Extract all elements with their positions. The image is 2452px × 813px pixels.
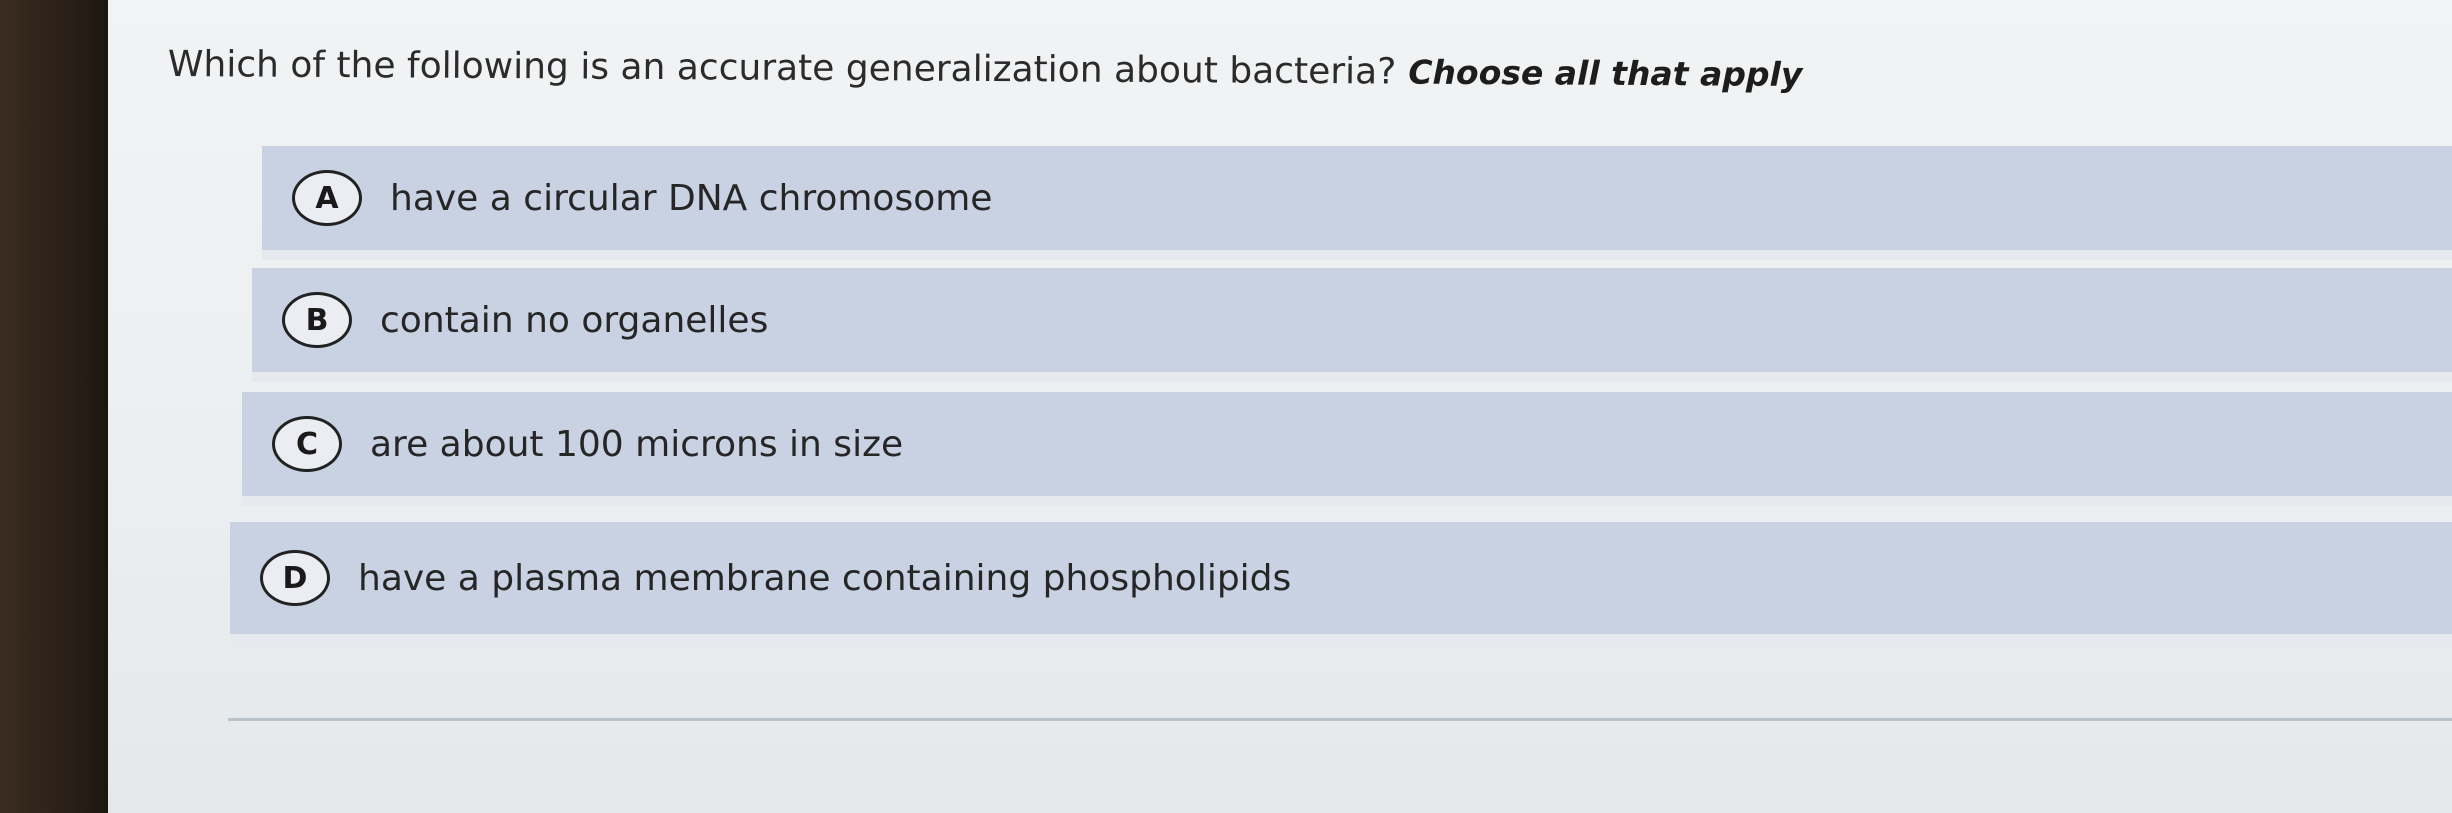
option-text-c: are about 100 microns in size	[370, 423, 904, 465]
option-text-b: contain no organelles	[380, 299, 769, 341]
option-letter-badge-c: C	[272, 416, 342, 472]
option-c[interactable]: C are about 100 microns in size	[242, 392, 2452, 506]
question-text: Which of the following is an accurate ge…	[167, 44, 1397, 93]
option-text-a: have a circular DNA chromosome	[390, 177, 993, 219]
option-letter-badge-b: B	[282, 292, 352, 348]
option-b[interactable]: B contain no organelles	[252, 268, 2452, 382]
option-text-d: have a plasma membrane containing phosph…	[358, 557, 1292, 599]
option-a[interactable]: A have a circular DNA chromosome	[262, 146, 2452, 260]
question-instruction: Choose all that apply	[1408, 52, 1803, 94]
section-divider	[228, 718, 2452, 721]
option-letter-badge-a: A	[292, 170, 362, 226]
option-letter-badge-d: D	[260, 550, 330, 606]
option-d[interactable]: D have a plasma membrane containing phos…	[230, 522, 2452, 644]
